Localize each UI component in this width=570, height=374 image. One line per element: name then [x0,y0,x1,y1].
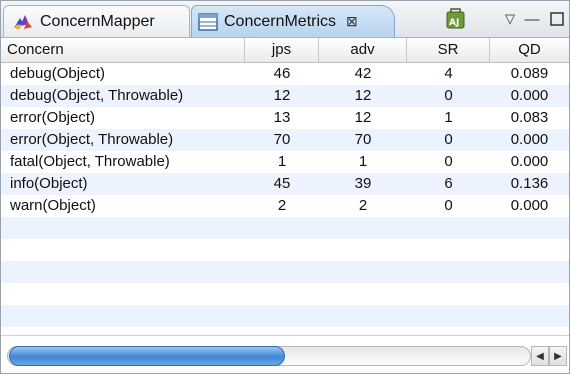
empty-row [1,283,569,305]
cell-jps: 2 [277,197,287,214]
concern-metrics-view: ConcernMapper ConcernMetrics ⊠ AJ ▽ — Co… [0,0,570,374]
minimize-icon[interactable]: — [523,5,541,33]
cell-qd: 0.083 [510,109,549,126]
cell-sr: 6 [444,175,453,192]
tab-bar: ConcernMapper ConcernMetrics ⊠ AJ ▽ — [1,1,569,38]
table-row[interactable]: error(Object, Throwable) 70 70 0 0.000 [1,129,569,151]
aspectj-icon[interactable]: AJ [442,5,470,33]
maximize-icon[interactable] [547,5,567,33]
cell-jps: 1 [277,153,287,170]
cell-adv: 12 [354,109,372,126]
empty-row [1,239,569,261]
table-row[interactable]: debug(Object, Throwable) 12 12 0 0.000 [1,85,569,107]
table-row[interactable]: fatal(Object, Throwable) 1 1 0 0.000 [1,151,569,173]
cell-sr: 1 [444,109,453,126]
cell-jps: 45 [273,175,291,192]
scrollbar-thumb[interactable] [9,346,285,366]
table-row[interactable]: error(Object) 13 12 1 0.083 [1,107,569,129]
column-header-adv[interactable]: adv [319,38,407,62]
metrics-table: Concern jps adv SR QD debug(Object) 46 4… [1,38,569,335]
scroll-left-arrow-icon[interactable]: ◀ [531,346,549,366]
cell-concern: error(Object, Throwable) [10,131,174,148]
column-header-sr[interactable]: SR [407,38,490,62]
cell-sr: 0 [444,87,453,104]
cell-qd: 0.000 [510,131,549,148]
column-header-jps[interactable]: jps [245,38,319,62]
scroll-right-arrow-icon[interactable]: ▶ [549,346,567,366]
cell-adv: 2 [358,197,368,214]
tab-label: ConcernMetrics [224,12,337,30]
cell-sr: 0 [444,197,453,214]
cell-adv: 42 [354,65,372,82]
column-header-concern[interactable]: Concern [1,38,245,62]
close-icon[interactable]: ⊠ [346,13,358,30]
cell-adv: 1 [358,153,368,170]
cell-concern: warn(Object) [10,197,96,214]
cell-sr: 4 [444,65,453,82]
table-view-icon [198,12,218,31]
table-row[interactable]: debug(Object) 46 42 4 0.089 [1,63,569,85]
empty-row [1,217,569,239]
svg-text:AJ: AJ [449,18,459,28]
horizontal-scrollbar[interactable]: ◀ ▶ [1,335,569,373]
empty-row [1,261,569,283]
cell-qd: 0.000 [510,87,549,104]
column-header-qd[interactable]: QD [490,38,569,62]
concern-mapper-icon [12,12,34,32]
cell-sr: 0 [444,131,453,148]
cell-adv: 39 [354,175,372,192]
cell-jps: 70 [273,131,291,148]
tab-concernmapper[interactable]: ConcernMapper [3,5,190,37]
cell-sr: 0 [444,153,453,170]
cell-concern: fatal(Object, Throwable) [10,153,170,170]
cell-qd: 0.089 [510,65,549,82]
cell-qd: 0.136 [510,175,549,192]
cell-qd: 0.000 [510,197,549,214]
cell-concern: error(Object) [10,109,96,126]
cell-adv: 70 [354,131,372,148]
tab-label: ConcernMapper [40,12,155,30]
cell-concern: debug(Object, Throwable) [10,87,184,104]
cell-jps: 12 [273,87,291,104]
cell-jps: 46 [273,65,291,82]
table-header: Concern jps adv SR QD [1,38,569,63]
tab-concernmetrics[interactable]: ConcernMetrics ⊠ [191,5,395,37]
empty-row [1,305,569,327]
cell-adv: 12 [354,87,372,104]
cell-concern: debug(Object) [10,65,106,82]
cell-jps: 13 [273,109,291,126]
view-menu-icon[interactable]: ▽ [501,5,519,33]
table-row[interactable]: warn(Object) 2 2 0 0.000 [1,195,569,217]
table-row[interactable]: info(Object) 45 39 6 0.136 [1,173,569,195]
cell-concern: info(Object) [10,175,88,192]
cell-qd: 0.000 [510,153,549,170]
